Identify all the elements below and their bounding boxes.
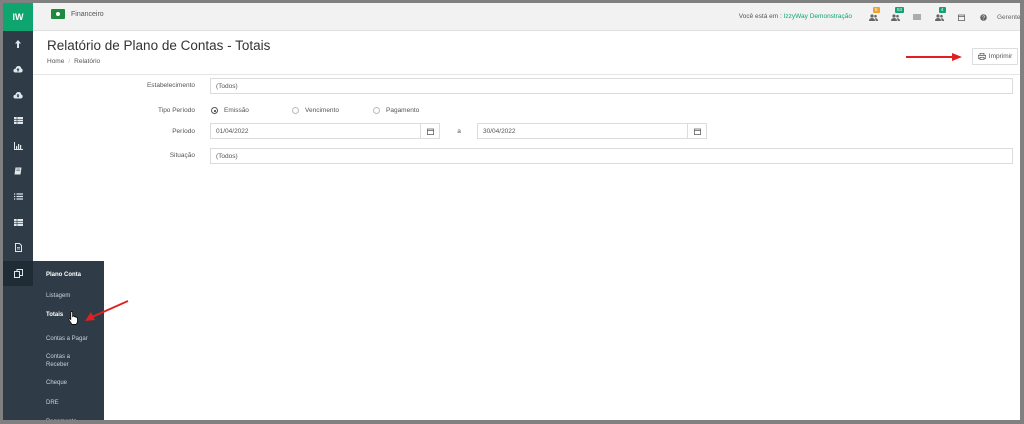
radio-pagamento[interactable]: Pagamento xyxy=(373,107,419,114)
top-icons: 5 53 4 ? Gerente xyxy=(862,7,1020,24)
print-button[interactable]: Imprimir xyxy=(972,48,1018,65)
company-name[interactable]: IzzyWay Demonstração xyxy=(784,13,852,20)
periodo-separator: a xyxy=(457,128,461,135)
list-icon[interactable] xyxy=(906,10,928,24)
list-icon[interactable] xyxy=(3,184,33,210)
periodo-label: Período xyxy=(172,128,195,135)
calendar-icon[interactable] xyxy=(420,123,440,139)
top-bar: Financeiro Você está em : IzzyWay Demons… xyxy=(33,3,1020,31)
users-icon[interactable]: 53 xyxy=(884,7,906,24)
breadcrumb-current: Relatório xyxy=(74,58,101,65)
radio-checked-icon xyxy=(211,107,218,114)
estabelecimento-label: Estabelecimento xyxy=(146,82,195,89)
help-icon[interactable]: ? xyxy=(972,10,994,24)
annotation-arrow-icon xyxy=(906,53,962,61)
print-label: Imprimir xyxy=(988,53,1013,60)
printer-icon xyxy=(977,53,986,60)
radio-unchecked-icon xyxy=(373,107,380,114)
submenu-item-contas-a-pagar[interactable]: Contas a Pagar xyxy=(33,329,88,348)
situacao-label: Situação xyxy=(169,152,195,159)
notification-badge: 53 xyxy=(895,7,905,13)
users-icon[interactable]: 4 xyxy=(928,7,950,24)
submenu-item-contas-a-receber[interactable]: Contas a Receber xyxy=(33,349,93,373)
user-menu[interactable]: Gerente xyxy=(994,14,1020,21)
cloud-upload-icon[interactable] xyxy=(3,57,33,83)
app-window: IW Plano Conta Listagem Totais Contas a … xyxy=(3,3,1020,420)
submenu-item-listagem[interactable]: Listagem xyxy=(33,286,70,305)
page-header: Relatório de Plano de Contas - Totais Ho… xyxy=(33,31,1020,75)
calendar-icon[interactable] xyxy=(950,10,972,24)
table-icon[interactable] xyxy=(3,108,33,134)
sidebar: IW xyxy=(3,3,33,420)
hand-cursor-icon xyxy=(68,311,78,325)
money-icon xyxy=(51,9,65,19)
radio-label: Emissão xyxy=(224,107,249,114)
submenu-item-dre[interactable]: DRE xyxy=(33,393,59,412)
submenu-item-cheque[interactable]: Cheque xyxy=(33,373,67,392)
radio-emissao[interactable]: Emissão xyxy=(211,107,249,114)
radio-vencimento[interactable]: Vencimento xyxy=(292,107,339,114)
users-icon[interactable]: 5 xyxy=(862,7,884,24)
estabelecimento-select[interactable]: (Todos) xyxy=(210,78,1013,94)
notification-badge: 4 xyxy=(939,7,946,13)
breadcrumb-separator: / xyxy=(68,58,71,65)
periodo-start-input[interactable]: 01/04/2022 xyxy=(210,123,421,139)
submenu-item-totais[interactable]: Totais xyxy=(33,305,63,324)
annotation-arrow-icon xyxy=(85,300,129,321)
submenu-title[interactable]: Plano Conta xyxy=(33,265,81,284)
module-indicator[interactable]: Financeiro xyxy=(51,9,104,19)
copy-icon[interactable] xyxy=(3,260,33,286)
notification-badge: 5 xyxy=(873,7,880,13)
cloud-download-icon[interactable] xyxy=(3,82,33,108)
table-icon[interactable] xyxy=(3,210,33,236)
app-logo[interactable]: IW xyxy=(3,3,33,31)
radio-label: Pagamento xyxy=(386,107,420,114)
svg-text:?: ? xyxy=(981,15,984,21)
submenu-item-pagamento[interactable]: Pagamento xyxy=(33,412,77,421)
radio-label: Vencimento xyxy=(305,107,339,114)
page-title: Relatório de Plano de Contas - Totais xyxy=(47,38,271,53)
document-icon[interactable] xyxy=(3,235,33,261)
upload-icon[interactable] xyxy=(3,31,33,57)
situacao-select[interactable]: (Todos) xyxy=(210,148,1013,164)
breadcrumb: Home / Relatório xyxy=(47,58,100,65)
module-label: Financeiro xyxy=(71,10,104,18)
periodo-end-input[interactable]: 30/04/2022 xyxy=(477,123,688,139)
company-prefix: Você está em : xyxy=(738,13,784,20)
chart-icon[interactable] xyxy=(3,133,33,159)
radio-unchecked-icon xyxy=(292,107,299,114)
breadcrumb-home[interactable]: Home xyxy=(47,58,64,65)
tipo-periodo-label: Tipo Período xyxy=(158,107,195,114)
book-icon[interactable] xyxy=(3,159,33,185)
submenu-plano-conta: Plano Conta Listagem Totais Contas a Pag… xyxy=(33,261,104,420)
company-info: Você está em : IzzyWay Demonstração xyxy=(739,13,852,20)
calendar-icon[interactable] xyxy=(687,123,707,139)
